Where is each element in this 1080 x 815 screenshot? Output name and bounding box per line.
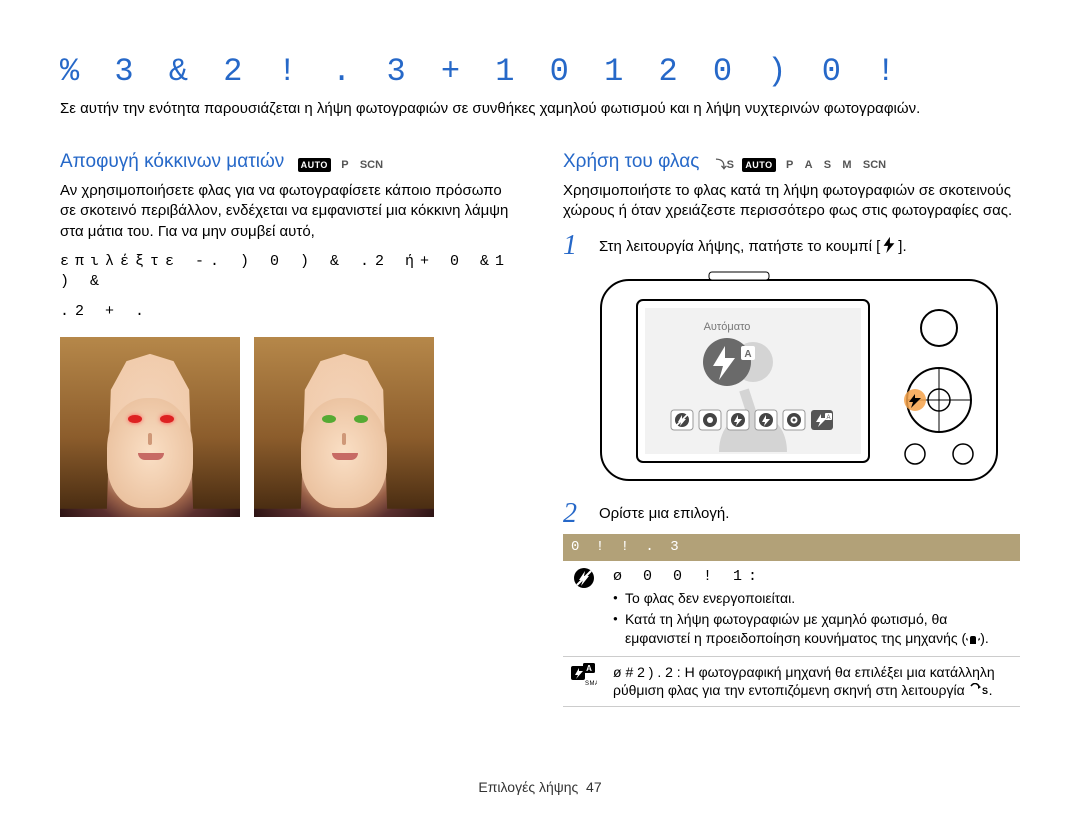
camera-label: Αυτόματο: [704, 321, 751, 333]
step-2-text: Ορίστε μια επιλογή.: [599, 500, 729, 528]
col-flash: Χρήση του φλας ⤵S AUTO P A S M SCN Χρησι…: [563, 149, 1020, 707]
flash-options-table: 0 ! ! . 3 ø 0 0 ! 1: Το φλας δεν ενεργοπ…: [563, 534, 1020, 708]
photo-red-eye-bad: [60, 337, 240, 517]
mode-badge-auto2: AUTO: [742, 158, 775, 172]
flash-icon: [880, 236, 898, 254]
mode-smart-s: ⤵S: [716, 158, 734, 173]
mode-s: S: [824, 158, 831, 173]
page-intro: Σε αυτήν την ενότητα παρουσιάζεται η λήψ…: [60, 99, 1020, 119]
opt-off-b1: Το φλας δεν ενεργοποιείται.: [613, 589, 1012, 608]
heading-flash: Χρήση του φλας ⤵S AUTO P A S M SCN: [563, 149, 1020, 175]
table-header: 0 ! ! . 3: [563, 534, 1020, 561]
shake-icon: [966, 632, 980, 646]
flash-para: Χρησιμοποιήστε το φλας κατά τη λήψη φωτο…: [563, 181, 1020, 222]
mode-a: A: [805, 158, 813, 173]
smart-mode-icon: S: [969, 683, 989, 697]
red-eye-glyph1: επιλέξτε -. ) 0 ) & .2 ή+ 0 &1 ) &: [60, 252, 517, 293]
red-eye-glyph2: .2 + .: [60, 302, 517, 322]
heading-red-eye: Αποφυγή κόκκινων ματιών AUTO P SCN: [60, 149, 517, 175]
camera-illustration: A Αυτόματο S A: [599, 270, 1020, 490]
opt-off-b2: Κατά τη λήψη φωτογραφιών με χαμηλό φωτισ…: [613, 610, 1012, 648]
footer-label: Επιλογές λήψης: [478, 779, 578, 795]
svg-text:S: S: [982, 686, 988, 696]
mode-badge-auto: AUTO: [298, 158, 331, 172]
step-1-num: 1: [563, 232, 585, 260]
heading-flash-text: Χρήση του φλας: [563, 151, 699, 172]
svg-text:S: S: [744, 414, 748, 420]
mode-m: M: [842, 158, 851, 173]
heading-red-eye-text: Αποφυγή κόκκινων ματιών: [60, 151, 284, 172]
mode-p2: P: [786, 158, 793, 173]
footer-page: 47: [586, 779, 602, 795]
col-red-eye: Αποφυγή κόκκινων ματιών AUTO P SCN Αν χρ…: [60, 149, 517, 707]
modes-flash: ⤵S AUTO P A S M SCN: [713, 150, 889, 176]
step-2-num: 2: [563, 500, 585, 528]
mode-scn: SCN: [360, 158, 383, 173]
modes-red-eye: AUTO P SCN: [298, 150, 386, 176]
opt-off-desc: ø 0 0 ! 1: Το φλας δεν ενεργοποιείται. Κ…: [605, 561, 1020, 656]
svg-text:A: A: [826, 415, 830, 421]
table-row: ø 0 0 ! 1: Το φλας δεν ενεργοποιείται. Κ…: [563, 561, 1020, 656]
red-eye-para: Αν χρησιμοποιήσετε φλας για να φωτογραφί…: [60, 181, 517, 242]
photo-red-eye-fixed: [254, 337, 434, 517]
svg-text:A: A: [744, 349, 751, 360]
opt-icon-flash-off: [563, 561, 605, 656]
table-row: A SMART ø # 2 ) . 2 : Η φωτογραφική μηχα…: [563, 656, 1020, 707]
opt-icon-smart-flash: A SMART: [563, 656, 605, 707]
step-1-text: Στη λειτουργία λήψης, πατήστε το κουμπί …: [599, 238, 880, 255]
svg-text:A: A: [586, 664, 592, 673]
step-1-end: ].: [898, 238, 906, 255]
step-2: 2 Ορίστε μια επιλογή.: [563, 500, 1020, 528]
opt-auto-desc: ø # 2 ) . 2 : Η φωτογραφική μηχανή θα επ…: [605, 656, 1020, 707]
page-title: % 3 & 2 ! . 3 + 1 0 1 2 0 ) 0 !: [60, 50, 1020, 93]
step-1: 1 Στη λειτουργία λήψης, πατήστε το κουμπ…: [563, 232, 1020, 260]
svg-text:SMART: SMART: [585, 681, 597, 685]
example-photos: [60, 337, 517, 517]
page-footer: Επιλογές λήψης 47: [0, 778, 1080, 797]
mode-scn2: SCN: [863, 158, 886, 173]
opt-off-title: ø 0 0 ! 1:: [613, 567, 1012, 587]
mode-p: P: [341, 158, 348, 173]
